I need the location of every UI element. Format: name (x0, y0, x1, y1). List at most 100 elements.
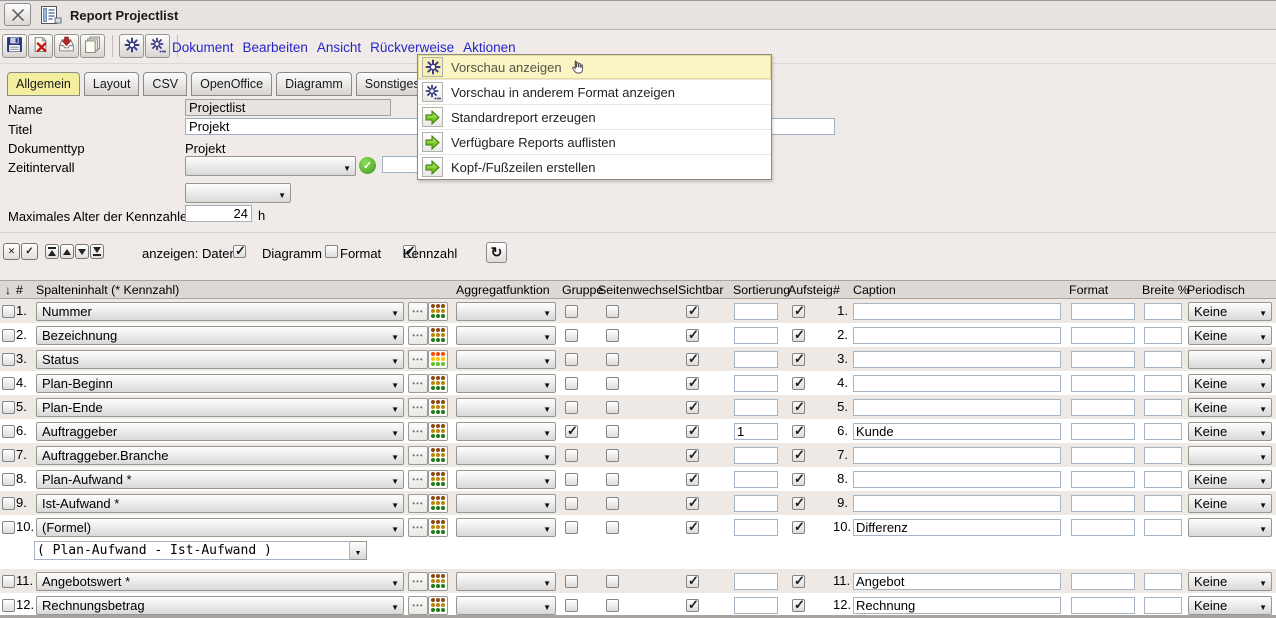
preview-format-button[interactable] (145, 34, 170, 58)
periodisch-select[interactable] (1188, 518, 1272, 537)
aufsteigend-checkbox[interactable] (792, 353, 805, 366)
aggregatfunktion-select[interactable] (456, 374, 556, 393)
gruppe-checkbox[interactable] (565, 599, 578, 612)
row-select-checkbox[interactable] (2, 473, 15, 486)
sichtbar-checkbox[interactable] (686, 473, 699, 486)
format-input[interactable] (1071, 423, 1135, 440)
sichtbar-checkbox[interactable] (686, 377, 699, 390)
color-grid-button[interactable] (428, 422, 448, 441)
column-content-select[interactable]: Angebotswert * (36, 572, 404, 591)
aufsteigend-checkbox[interactable] (792, 329, 805, 342)
details-button[interactable] (408, 398, 428, 417)
sortierung-input[interactable] (734, 519, 778, 536)
periodisch-select[interactable]: Keine (1188, 596, 1272, 615)
row-select-checkbox[interactable] (2, 353, 15, 366)
gruppe-checkbox[interactable] (565, 329, 578, 342)
row-select-checkbox[interactable] (2, 497, 15, 510)
aggregatfunktion-select[interactable] (456, 470, 556, 489)
row-select-checkbox[interactable] (2, 599, 15, 612)
details-button[interactable] (408, 326, 428, 345)
column-content-select[interactable]: Plan-Beginn (36, 374, 404, 393)
sortierung-input[interactable] (734, 423, 778, 440)
menu-rückverweise[interactable]: Rückverweise (370, 40, 454, 55)
move-down-button[interactable] (75, 244, 89, 259)
sortierung-input[interactable] (734, 399, 778, 416)
breite-input[interactable] (1144, 423, 1182, 440)
format-input[interactable] (1071, 399, 1135, 416)
sichtbar-checkbox[interactable] (686, 401, 699, 414)
color-grid-button[interactable] (428, 398, 448, 417)
sichtbar-checkbox[interactable] (686, 599, 699, 612)
caption-input[interactable] (853, 573, 1061, 590)
sortierung-input[interactable] (734, 351, 778, 368)
details-button[interactable] (408, 596, 428, 615)
color-grid-button[interactable] (428, 572, 448, 591)
caption-input[interactable] (853, 447, 1061, 464)
format-input[interactable] (1071, 573, 1135, 590)
color-grid-button[interactable] (428, 374, 448, 393)
format-input[interactable] (1071, 495, 1135, 512)
seitenwechsel-checkbox[interactable] (606, 521, 619, 534)
anzeigen-diagramm-checkbox[interactable] (325, 245, 338, 258)
breite-input[interactable] (1144, 597, 1182, 614)
tab-layout[interactable]: Layout (84, 72, 140, 96)
sortierung-input[interactable] (734, 447, 778, 464)
seitenwechsel-checkbox[interactable] (606, 449, 619, 462)
periodisch-select[interactable]: Keine (1188, 374, 1272, 393)
caption-input[interactable] (853, 495, 1061, 512)
sichtbar-checkbox[interactable] (686, 353, 699, 366)
periodisch-select[interactable]: Keine (1188, 470, 1272, 489)
tab-openoffice[interactable]: OpenOffice (191, 72, 272, 96)
column-content-select[interactable]: Ist-Aufwand * (36, 494, 404, 513)
caption-input[interactable] (853, 399, 1061, 416)
gruppe-checkbox[interactable] (565, 377, 578, 390)
zeitintervall-select-2[interactable] (185, 183, 291, 203)
menu-aktionen[interactable]: Aktionen (463, 40, 516, 55)
seitenwechsel-checkbox[interactable] (606, 401, 619, 414)
menu-item[interactable]: Verfügbare Reports auflisten (418, 130, 771, 155)
sortierung-input[interactable] (734, 303, 778, 320)
gruppe-checkbox[interactable] (565, 473, 578, 486)
menu-item[interactable]: Vorschau in anderem Format anzeigen (418, 80, 771, 105)
color-grid-button[interactable] (428, 302, 448, 321)
aggregatfunktion-select[interactable] (456, 446, 556, 465)
aggregatfunktion-select[interactable] (456, 596, 556, 615)
column-content-select[interactable]: (Formel) (36, 518, 404, 537)
sichtbar-checkbox[interactable] (686, 575, 699, 588)
caption-input[interactable] (853, 351, 1061, 368)
gruppe-checkbox[interactable] (565, 353, 578, 366)
sortierung-input[interactable] (734, 495, 778, 512)
sortierung-input[interactable] (734, 573, 778, 590)
zeitintervall-select[interactable] (185, 156, 356, 176)
select-all-button[interactable] (21, 243, 38, 260)
import-document-button[interactable] (54, 34, 79, 58)
formula-dropdown-button[interactable] (350, 541, 367, 560)
seitenwechsel-checkbox[interactable] (606, 425, 619, 438)
move-up-button[interactable] (60, 244, 74, 259)
format-input[interactable] (1071, 303, 1135, 320)
color-grid-button[interactable] (428, 518, 448, 537)
aggregatfunktion-select[interactable] (456, 398, 556, 417)
row-select-checkbox[interactable] (2, 329, 15, 342)
seitenwechsel-checkbox[interactable] (606, 497, 619, 510)
breite-input[interactable] (1144, 375, 1182, 392)
color-grid-button[interactable] (428, 596, 448, 615)
aggregatfunktion-select[interactable] (456, 422, 556, 441)
periodisch-select[interactable]: Keine (1188, 572, 1272, 591)
aufsteigend-checkbox[interactable] (792, 497, 805, 510)
column-content-select[interactable]: Status (36, 350, 404, 369)
caption-input[interactable] (853, 303, 1061, 320)
details-button[interactable] (408, 374, 428, 393)
caption-input[interactable] (853, 327, 1061, 344)
color-grid-button[interactable] (428, 494, 448, 513)
move-bottom-button[interactable] (90, 244, 104, 259)
row-select-checkbox[interactable] (2, 377, 15, 390)
deselect-all-button[interactable] (3, 243, 20, 260)
row-select-checkbox[interactable] (2, 449, 15, 462)
column-content-select[interactable]: Nummer (36, 302, 404, 321)
aufsteigend-checkbox[interactable] (792, 377, 805, 390)
aufsteigend-checkbox[interactable] (792, 401, 805, 414)
caption-input[interactable] (853, 471, 1061, 488)
sichtbar-checkbox[interactable] (686, 305, 699, 318)
column-content-select[interactable]: Bezeichnung (36, 326, 404, 345)
